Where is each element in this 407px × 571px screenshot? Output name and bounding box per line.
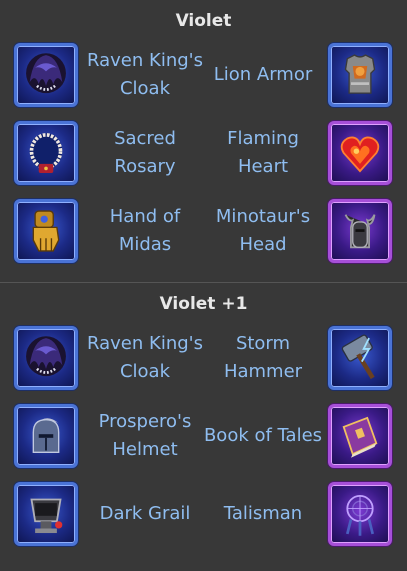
- item-row: Hand of Midas Minotaur's Head: [0, 196, 407, 274]
- item-name: Lion Armor: [213, 64, 313, 85]
- item-name: Dark Grail: [99, 503, 191, 524]
- raven-cloak-icon[interactable]: [14, 43, 78, 107]
- item-row: Raven King's Cloak Storm Hammer: [0, 323, 407, 401]
- item-name: Hand of Midas: [109, 206, 181, 255]
- item-name: Raven King's Cloak: [87, 50, 203, 99]
- item-name: Talisman: [223, 503, 303, 524]
- item-row: Raven King's Cloak Lion Armor: [0, 40, 407, 118]
- storm-hammer-icon[interactable]: [328, 326, 392, 390]
- item-name: Minotaur's Head: [215, 206, 311, 255]
- section-title: Violet: [175, 11, 232, 31]
- talisman-icon[interactable]: [328, 482, 392, 546]
- item-row: Dark Grail Talisman: [0, 479, 407, 557]
- item-row: Sacred Rosary Flaming Heart: [0, 118, 407, 196]
- item-name: Flaming Heart: [227, 128, 299, 177]
- lion-armor-icon[interactable]: [328, 43, 392, 107]
- golden-gauntlet-icon[interactable]: [14, 199, 78, 263]
- item-name: Storm Hammer: [223, 333, 303, 382]
- item-name: Book of Tales: [203, 425, 323, 446]
- item-name: Sacred Rosary: [114, 128, 176, 177]
- plumed-helmet-icon[interactable]: [14, 404, 78, 468]
- raven-cloak-icon[interactable]: [14, 326, 78, 390]
- dark-grail-icon[interactable]: [14, 482, 78, 546]
- item-name: Prospero's Helmet: [98, 411, 192, 460]
- book-icon[interactable]: [328, 404, 392, 468]
- item-name: Raven King's Cloak: [87, 333, 203, 382]
- flaming-heart-icon[interactable]: [328, 121, 392, 185]
- minotaur-helmet-icon[interactable]: [328, 199, 392, 263]
- rosary-icon[interactable]: [14, 121, 78, 185]
- section-title: Violet +1: [159, 294, 248, 314]
- section-violet-plus-1: Violet +1 Raven King's Cloak Storm Hamme…: [0, 283, 407, 557]
- section-violet: Violet Raven King's Cloak Lion Armor Sac…: [0, 0, 407, 283]
- item-row: Prospero's Helmet Book of Tales: [0, 401, 407, 479]
